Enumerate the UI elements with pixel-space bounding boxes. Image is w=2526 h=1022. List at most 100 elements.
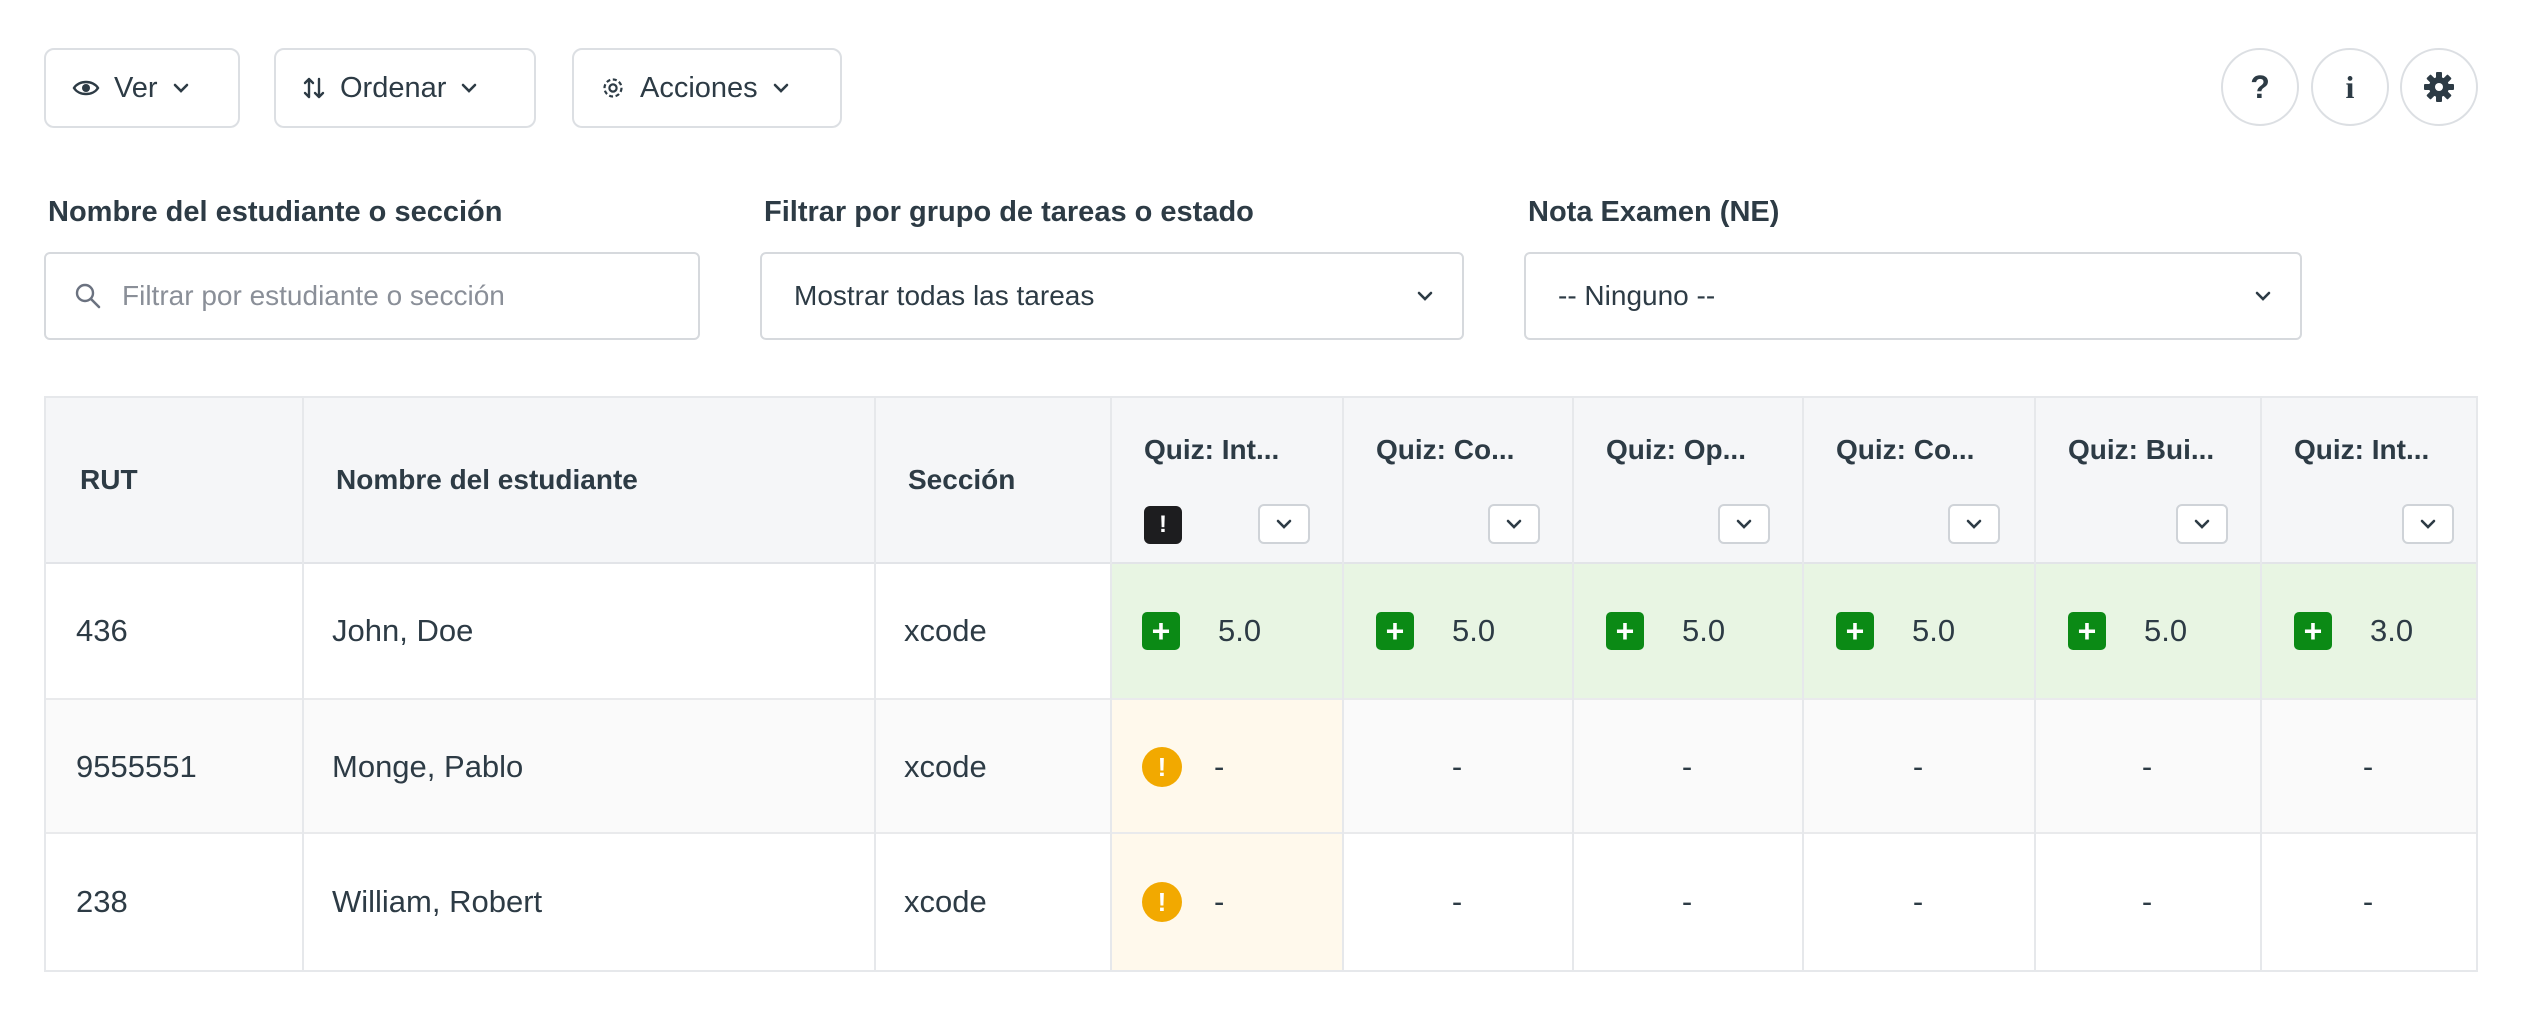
plus-icon: + — [1376, 612, 1414, 650]
info-icon: i — [2345, 68, 2355, 105]
grade-cell[interactable]: - — [1572, 700, 1802, 834]
gradebook-grid: RUT Nombre del estudiante Sección Quiz: … — [44, 396, 2478, 972]
student-filter-label: Nombre del estudiante o sección — [48, 196, 503, 228]
header-section[interactable]: Sección — [908, 464, 1015, 496]
plus-icon: + — [1142, 612, 1180, 650]
cell-section: xcode — [904, 613, 987, 648]
chevron-down-icon — [462, 83, 477, 93]
cell-student-name[interactable]: William, Robert — [332, 834, 542, 970]
grade-value: - — [1681, 749, 1693, 784]
grade-value: 5.0 — [1218, 613, 1262, 648]
header-assignment-4[interactable]: Quiz: Co... — [1836, 434, 1974, 466]
chevron-down-icon — [2194, 519, 2210, 529]
cell-rut: 238 — [76, 884, 128, 919]
chevron-down-icon — [1276, 519, 1292, 529]
column-menu-button-2[interactable] — [1488, 504, 1540, 544]
grade-value: - — [1681, 884, 1693, 919]
cell-rut: 9555551 — [76, 749, 197, 784]
column-menu-button-4[interactable] — [1948, 504, 2000, 544]
warning-icon: ! — [1142, 747, 1182, 787]
grade-cell[interactable]: + 5.0 — [1376, 564, 1495, 698]
exam-grade-select[interactable]: -- Ninguno -- — [1524, 252, 2302, 340]
grade-value: - — [2362, 749, 2374, 784]
grade-cell[interactable]: - — [1572, 834, 1802, 970]
grade-value: - — [1912, 749, 1924, 784]
info-button[interactable]: i — [2311, 48, 2389, 126]
group-filter-value: Mostrar todas las tareas — [794, 280, 1095, 311]
student-filter-field: Filtrar por estudiante o sección — [44, 252, 700, 340]
exam-grade-label: Nota Examen (NE) — [1528, 196, 1780, 228]
grade-cell[interactable]: - — [2260, 700, 2476, 834]
cell-student-name[interactable]: John, Doe — [332, 564, 473, 698]
grade-cell[interactable]: - — [2034, 700, 2260, 834]
cell-student-name[interactable]: Monge, Pablo — [332, 700, 523, 834]
grade-value: 3.0 — [2370, 613, 2414, 648]
grade-value: 5.0 — [1452, 613, 1496, 648]
eye-icon — [72, 80, 100, 96]
chevron-down-icon — [773, 83, 788, 93]
grade-cell[interactable]: - — [1802, 834, 2034, 970]
column-menu-button-1[interactable] — [1258, 504, 1310, 544]
grade-value: - — [2141, 749, 2153, 784]
grade-value: - — [1451, 749, 1463, 784]
grade-value: - — [1214, 884, 1225, 919]
column-menu-button-5[interactable] — [2176, 504, 2228, 544]
cell-rut: 436 — [76, 613, 128, 648]
grade-value: - — [1451, 884, 1463, 919]
cell-section: xcode — [904, 749, 987, 784]
header-assignment-3[interactable]: Quiz: Op... — [1606, 434, 1746, 466]
grade-value: - — [2362, 884, 2374, 919]
header-assignment-2[interactable]: Quiz: Co... — [1376, 434, 1514, 466]
cell-section: xcode — [904, 884, 987, 919]
student-filter-input[interactable]: Filtrar por estudiante o sección — [122, 280, 505, 312]
gear-icon — [2424, 72, 2454, 102]
chevron-down-icon — [1417, 291, 1433, 301]
grade-cell[interactable]: + 3.0 — [2294, 564, 2413, 698]
gear-outline-icon — [603, 78, 623, 98]
grade-cell[interactable]: - — [2260, 834, 2476, 970]
header-assignment-5[interactable]: Quiz: Bui... — [2068, 434, 2214, 466]
settings-button[interactable] — [2400, 48, 2478, 126]
chevron-down-icon — [173, 83, 188, 93]
header-rut[interactable]: RUT — [80, 464, 138, 496]
search-icon — [75, 283, 101, 309]
ver-button[interactable]: Ver — [44, 48, 240, 128]
grade-cell[interactable]: - — [1802, 700, 2034, 834]
acciones-label: Acciones — [640, 71, 758, 104]
plus-icon: + — [2068, 612, 2106, 650]
header-student-name[interactable]: Nombre del estudiante — [336, 464, 638, 496]
alert-badge-icon: ! — [1144, 506, 1182, 544]
column-menu-button-3[interactable] — [1718, 504, 1770, 544]
grade-value: - — [1214, 749, 1225, 784]
chevron-down-icon — [1506, 519, 1522, 529]
grade-cell[interactable]: - — [2034, 834, 2260, 970]
group-filter-label: Filtrar por grupo de tareas o estado — [764, 196, 1254, 228]
grade-value: 5.0 — [2144, 613, 2188, 648]
ordenar-label: Ordenar — [340, 71, 447, 104]
help-button[interactable]: ? — [2221, 48, 2299, 126]
grade-cell[interactable]: + 5.0 — [1606, 564, 1725, 698]
grade-value: 5.0 — [1912, 613, 1956, 648]
grade-cell[interactable]: + 5.0 — [1836, 564, 1955, 698]
grade-cell[interactable]: + 5.0 — [2068, 564, 2187, 698]
sort-icon — [303, 77, 325, 99]
grade-cell[interactable]: - — [1342, 700, 1572, 834]
grade-cell[interactable]: ! - — [1142, 834, 1224, 970]
plus-icon: + — [1606, 612, 1644, 650]
header-assignment-1[interactable]: Quiz: Int... — [1144, 434, 1279, 466]
header-assignment-6[interactable]: Quiz: Int... — [2294, 434, 2429, 466]
chevron-down-icon — [2420, 519, 2436, 529]
plus-icon: + — [2294, 612, 2332, 650]
acciones-button[interactable]: Acciones — [572, 48, 842, 128]
chevron-down-icon — [2255, 291, 2271, 301]
grade-cell[interactable]: + 5.0 — [1142, 564, 1261, 698]
column-menu-button-6[interactable] — [2402, 504, 2454, 544]
group-filter-select[interactable]: Mostrar todas las tareas — [760, 252, 1464, 340]
grade-cell[interactable]: ! - — [1142, 700, 1224, 834]
chevron-down-icon — [1966, 519, 1982, 529]
grade-cell[interactable]: - — [1342, 834, 1572, 970]
ver-label: Ver — [114, 71, 158, 104]
grade-value: - — [2141, 884, 2153, 919]
ordenar-button[interactable]: Ordenar — [274, 48, 536, 128]
grade-value: 5.0 — [1682, 613, 1726, 648]
